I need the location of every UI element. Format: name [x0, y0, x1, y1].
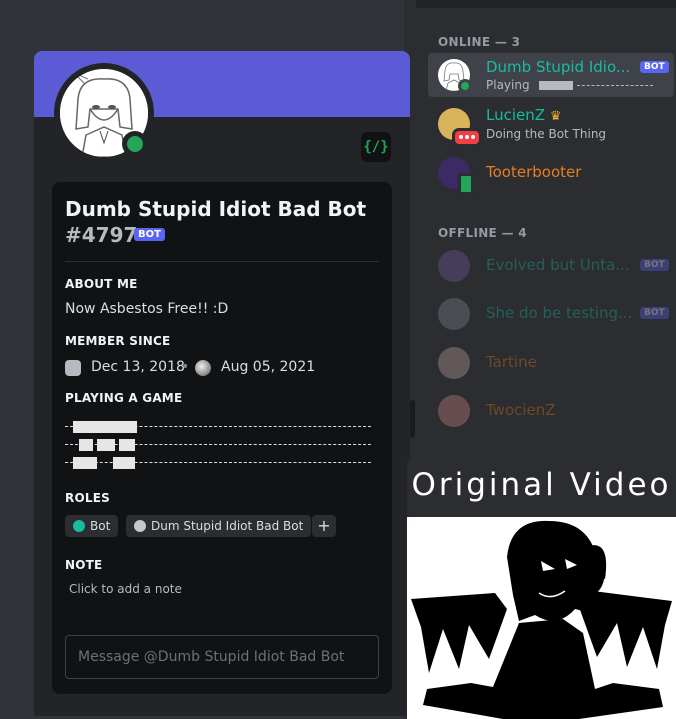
note-field[interactable]: Click to add a note [65, 580, 186, 598]
role-label: Bot [90, 519, 111, 533]
bot-tag: BOT [134, 228, 165, 241]
member-item-evolved[interactable]: Evolved but Unta... BOT [428, 244, 674, 288]
member-item-tartine[interactable]: Tartine [428, 341, 674, 385]
profile-discriminator: #4797 [65, 223, 138, 247]
developer-badge-icon[interactable]: {/} [361, 132, 391, 162]
role-label: Dum Stupid Idiot Bad Bot [151, 519, 304, 533]
member-item-lucienz[interactable]: LucienZ ♛ Doing the Bot Thing [428, 102, 674, 147]
divider [65, 261, 379, 262]
role-color-dot [134, 520, 146, 532]
member-name: She do be testing... [486, 304, 633, 322]
crown-icon: ♛ [549, 109, 562, 124]
game-line [65, 421, 371, 433]
playing-game-title: PLAYING A GAME [65, 391, 183, 405]
message-input[interactable] [65, 635, 379, 679]
roles-list: Bot Dum Stupid Idiot Bad Bot + [65, 515, 385, 539]
member-since-row: Dec 13, 2018 • Aug 05, 2021 [65, 358, 385, 378]
redacted-block [539, 81, 574, 90]
server-icon [195, 360, 211, 376]
dnd-streaming-status-icon [452, 128, 482, 147]
profile-card: {/} Dumb Stupid Idiot Bad Bot #4797 BOT … [34, 51, 410, 716]
roles-title: ROLES [65, 491, 110, 505]
separator-dot: • [181, 359, 190, 375]
member-name: Tartine [486, 353, 537, 371]
member-name: TwocienZ [486, 401, 556, 419]
role-pill-bot[interactable]: Bot [65, 515, 119, 537]
original-video-label: Original Video [407, 462, 676, 516]
profile-body: Dumb Stupid Idiot Bad Bot #4797 BOT ABOU… [52, 182, 392, 694]
mobile-status-icon [458, 173, 474, 195]
online-status-icon [127, 136, 143, 152]
offline-group-title: OFFLINE — 4 [438, 226, 527, 240]
game-line [65, 439, 371, 451]
member-name: Evolved but Unta... [486, 256, 630, 274]
member-item-dumb-stupid-idiot[interactable]: Dumb Stupid Idio... BOT Playing [428, 53, 674, 97]
member-item-tooterbooter[interactable]: Tooterbooter [428, 151, 674, 195]
game-name-ascii [65, 421, 371, 473]
note-title: NOTE [65, 558, 103, 572]
scrollbar[interactable] [410, 400, 415, 438]
member-activity: Doing the Bot Thing [486, 127, 607, 141]
member-name: LucienZ ♛ [486, 106, 562, 124]
original-video-thumbnail[interactable] [407, 517, 676, 719]
member-avatar [438, 298, 470, 330]
role-color-dot [73, 520, 85, 532]
member-item-she-do-be-testing[interactable]: She do be testing... BOT [428, 292, 674, 336]
online-status-icon [458, 79, 472, 93]
member-since-title: MEMBER SINCE [65, 334, 171, 348]
character-silhouette-icon [407, 517, 676, 719]
online-group-title: ONLINE — 3 [438, 35, 521, 49]
about-me-text: Now Asbestos Free!! :D [65, 301, 229, 317]
game-line [65, 457, 371, 469]
bot-tag: BOT [640, 307, 669, 319]
profile-username: Dumb Stupid Idiot Bad Bot [65, 197, 367, 221]
bot-tag: BOT [640, 61, 669, 73]
member-item-twocienz[interactable]: TwocienZ [428, 389, 674, 433]
about-me-title: ABOUT ME [65, 277, 138, 291]
member-name: Tooterbooter [486, 163, 582, 181]
role-pill-bad-bot[interactable]: Dum Stupid Idiot Bad Bot [126, 515, 312, 537]
add-role-button[interactable]: + [312, 515, 336, 537]
member-avatar [438, 250, 470, 282]
member-activity: Playing [486, 78, 654, 92]
discord-logo-icon [65, 360, 81, 376]
server-member-since: Aug 05, 2021 [221, 359, 316, 375]
member-avatar [438, 395, 470, 427]
member-avatar [438, 347, 470, 379]
bot-tag: BOT [640, 259, 669, 271]
member-name: Dumb Stupid Idio... [486, 58, 631, 76]
discord-member-since: Dec 13, 2018 [91, 359, 185, 375]
